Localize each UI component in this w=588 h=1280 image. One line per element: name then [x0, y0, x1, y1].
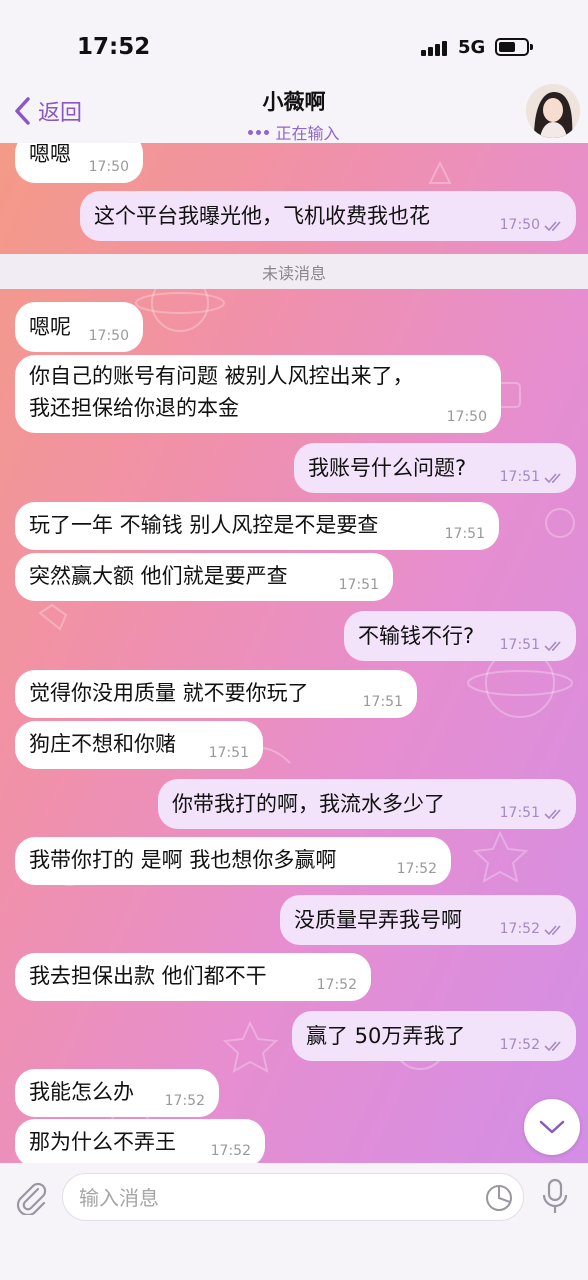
message-time: 17:52 [316, 977, 357, 993]
message-time: 17:51 [499, 637, 540, 653]
message-outgoing[interactable]: 赢了 50万弄我了 17:52 [292, 1011, 576, 1061]
message-text: 我账号什么问题? [308, 456, 467, 480]
message-incoming[interactable]: 觉得你没用质量 就不要你玩了 17:51 [15, 670, 417, 718]
message-incoming[interactable]: 我去担保出款 他们都不干 17:52 [15, 953, 371, 1001]
message-text: 我去担保出款 他们都不干 [29, 964, 267, 988]
chat-title: 小薇啊 [262, 90, 326, 114]
chevron-left-icon [15, 97, 30, 125]
message-outgoing[interactable]: 这个平台我曝光他，飞机收费我也花 17:50 [80, 191, 576, 241]
message-text: 不输钱不行? [358, 624, 475, 648]
double-check-icon [544, 221, 561, 232]
message-text: 玩了一年 不输钱 别人风控是不是要查 [29, 513, 379, 537]
signal-icon [421, 40, 449, 56]
message-incoming[interactable]: 那为什么不弄王 17:52 [15, 1119, 265, 1163]
double-check-icon [544, 809, 561, 820]
message-time: 17:50 [446, 409, 487, 425]
message-time: 17:52 [396, 861, 437, 877]
microphone-icon[interactable] [540, 1177, 570, 1217]
message-text: 那为什么不弄王 [29, 1130, 176, 1154]
message-time: 17:51 [208, 745, 249, 761]
message-incoming[interactable]: 狗庄不想和你赌 17:51 [15, 721, 263, 769]
message-text: 突然赢大额 他们就是要严查 [29, 564, 288, 588]
typing-status: 正在输入 [194, 120, 394, 144]
message-incoming[interactable]: 你自己的账号有问题 被别人风控出来了， 我还担保给你退的本金 17:50 [15, 355, 501, 433]
message-text: 没质量早弄我号啊 [294, 908, 462, 932]
composer-bar [0, 1163, 588, 1280]
message-text: 你带我打的啊，我流水多少了 [172, 792, 445, 816]
message-time: 17:52 [210, 1143, 251, 1159]
back-button[interactable]: 返回 [10, 94, 82, 128]
chevron-down-icon [539, 1120, 565, 1134]
message-incoming[interactable]: 嗯嗯 17:50 [15, 143, 143, 183]
message-time: 17:52 [499, 921, 540, 937]
message-text: 我能怎么办 [29, 1080, 134, 1104]
message-outgoing[interactable]: 你带我打的啊，我流水多少了 17:51 [158, 779, 576, 829]
message-text: 嗯嗯 [29, 143, 71, 166]
back-label: 返回 [38, 101, 83, 126]
paperclip-icon[interactable] [14, 1179, 48, 1215]
message-text: 这个平台我曝光他，飞机收费我也花 [94, 204, 430, 228]
battery-icon [495, 38, 533, 56]
message-outgoing[interactable]: 我账号什么问题? 17:51 [294, 443, 576, 493]
avatar[interactable] [526, 84, 580, 138]
message-incoming[interactable]: 嗯呢 17:50 [15, 302, 143, 352]
message-time: 17:51 [362, 694, 403, 710]
chat-area[interactable]: 未读消息 嗯嗯 17:50 这个平台我曝光他，飞机收费我也花 17:50 嗯呢 … [0, 143, 588, 1163]
message-text: 觉得你没用质量 就不要你玩了 [29, 681, 309, 705]
message-outgoing[interactable]: 没质量早弄我号啊 17:52 [280, 895, 576, 945]
message-text: 你自己的账号有问题 被别人风控出来了， [29, 364, 414, 388]
sticker-icon[interactable] [483, 1182, 515, 1214]
chat-title-block[interactable]: 小薇啊 正在输入 [194, 86, 394, 144]
message-input[interactable] [79, 1182, 479, 1214]
message-text: 赢了 50万弄我了 [306, 1024, 466, 1048]
network-type: 5G [458, 37, 486, 58]
message-time: 17:51 [499, 469, 540, 485]
unread-divider: 未读消息 [0, 254, 588, 289]
message-time: 17:50 [88, 159, 129, 175]
message-text: 嗯呢 [29, 315, 71, 339]
avatar-photo [526, 84, 580, 138]
double-check-icon [544, 641, 561, 652]
typing-dots-icon [248, 129, 270, 135]
message-incoming[interactable]: 玩了一年 不输钱 别人风控是不是要查 17:51 [15, 502, 499, 550]
message-text: 狗庄不想和你赌 [29, 732, 176, 756]
double-check-icon [544, 473, 561, 484]
message-time: 17:51 [338, 577, 379, 593]
message-incoming[interactable]: 我能怎么办 17:52 [15, 1069, 219, 1117]
message-time: 17:51 [444, 526, 485, 542]
double-check-icon [544, 1041, 561, 1052]
message-input-wrapper[interactable] [62, 1173, 524, 1221]
message-time: 17:50 [88, 328, 129, 344]
unread-label: 未读消息 [261, 263, 326, 283]
message-time: 17:50 [499, 217, 540, 233]
chat-header: 返回 小薇啊 正在输入 [0, 80, 588, 143]
message-text: 我带你打的 是啊 我也想你多赢啊 [29, 848, 337, 872]
message-incoming[interactable]: 突然赢大额 他们就是要严查 17:51 [15, 553, 393, 601]
message-time: 17:51 [499, 805, 540, 821]
double-check-icon [544, 925, 561, 936]
message-outgoing[interactable]: 不输钱不行? 17:51 [344, 611, 576, 661]
status-bar: 17:52 5G [0, 0, 588, 80]
message-incoming[interactable]: 我带你打的 是啊 我也想你多赢啊 17:52 [15, 837, 451, 885]
status-time: 17:52 [77, 34, 151, 60]
message-time: 17:52 [164, 1093, 205, 1109]
message-text-line2: 我还担保给你退的本金 [29, 396, 239, 420]
message-time: 17:52 [499, 1037, 540, 1053]
typing-label: 正在输入 [275, 124, 340, 143]
scroll-down-button[interactable] [524, 1099, 580, 1155]
